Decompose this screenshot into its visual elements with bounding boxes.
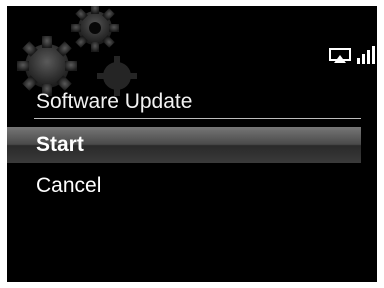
menu-item-label: Cancel <box>36 174 102 197</box>
title-divider <box>34 118 361 119</box>
menu-item-start[interactable]: Start <box>7 127 361 163</box>
page-title: Software Update <box>36 90 193 113</box>
airplay-icon <box>329 48 351 63</box>
menu-item-cancel[interactable]: Cancel <box>7 168 361 204</box>
screen: Software Update Start Cancel <box>7 6 377 282</box>
status-bar <box>329 46 377 64</box>
signal-strength-icon <box>357 46 375 64</box>
menu-item-label: Start <box>36 133 84 156</box>
